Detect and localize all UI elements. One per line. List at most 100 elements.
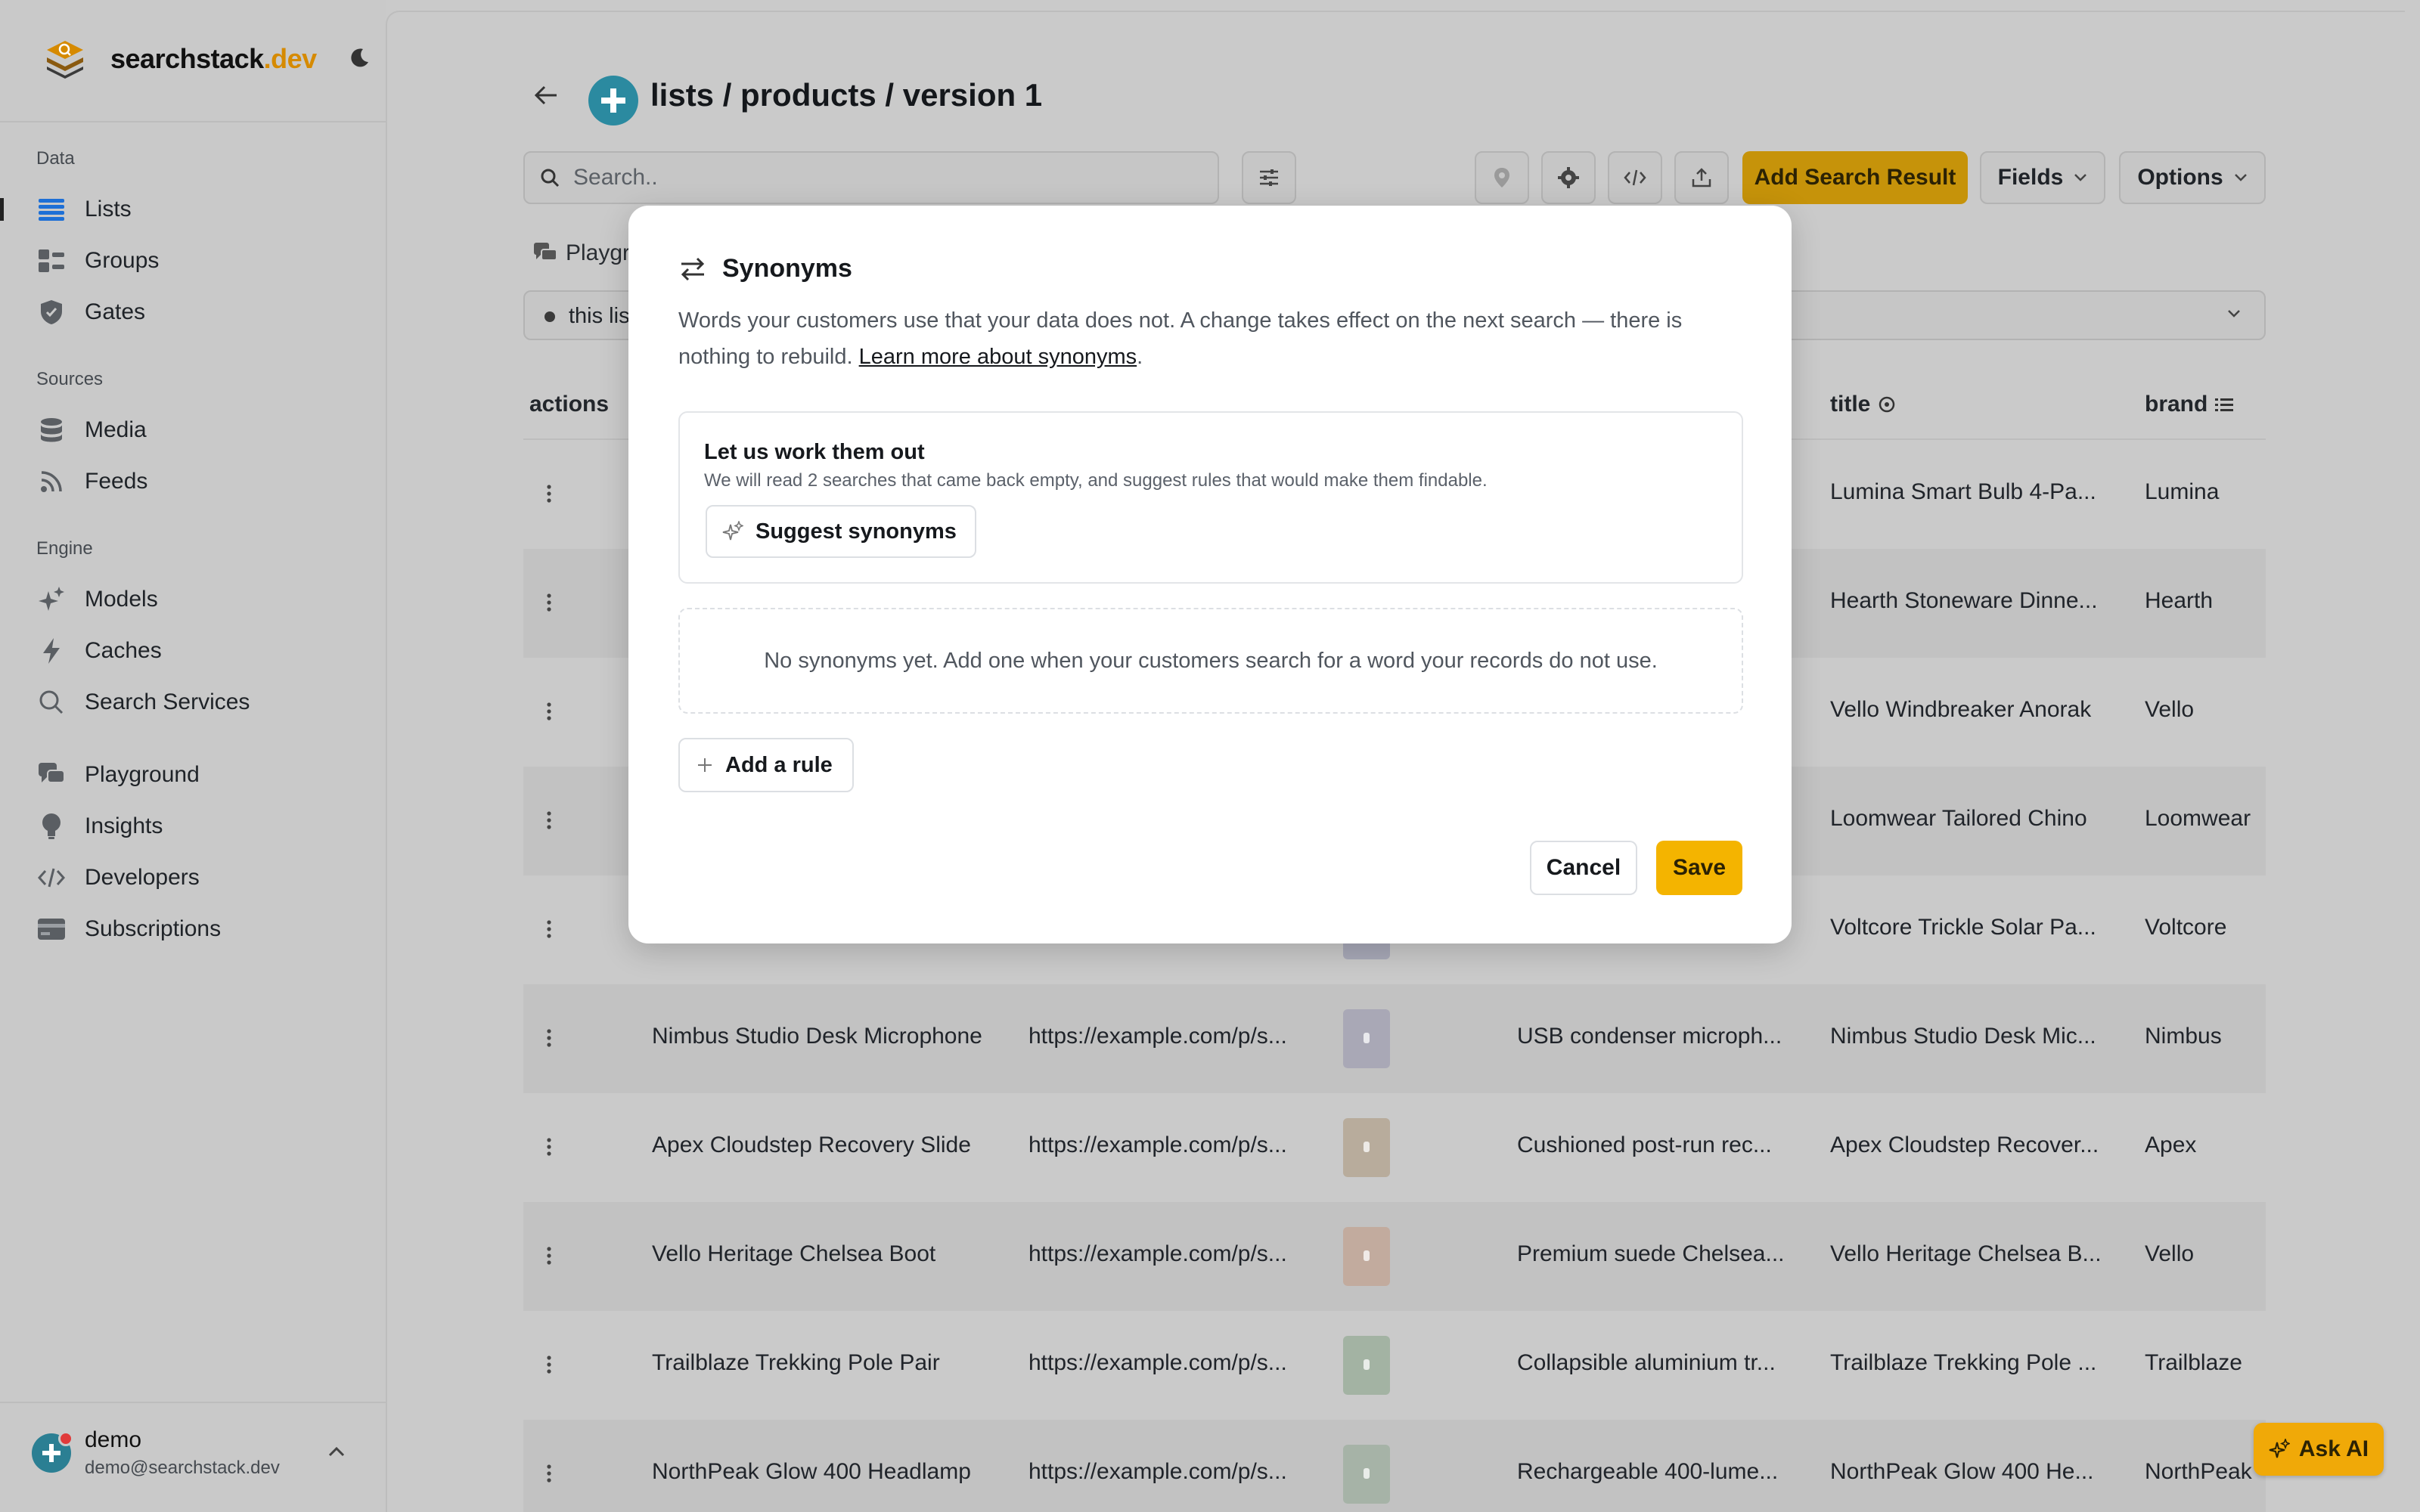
table-row[interactable]: Vello Heritage Chelsea Boot https://examp… — [523, 1202, 2266, 1311]
suggest-synonyms-button[interactable]: Suggest synonyms — [706, 505, 976, 558]
export-button[interactable] — [1674, 151, 1729, 204]
avatar — [32, 1431, 73, 1473]
options-dropdown[interactable]: Options — [2119, 151, 2266, 204]
swap-arrows-icon — [681, 257, 705, 280]
table-row[interactable]: Nimbus Studio Desk Microphone https://exa… — [523, 984, 2266, 1093]
cell-brand: Lumina — [2145, 479, 2220, 504]
column-header-title[interactable]: title — [1830, 392, 1896, 417]
row-actions-icon[interactable] — [546, 1464, 552, 1483]
cell-description: Cushioned post-run rec... — [1517, 1132, 1772, 1157]
table-row[interactable]: Apex Cloudstep Recovery Slide https://exa… — [523, 1093, 2266, 1202]
empty-state: No synonyms yet. Add one when your custo… — [678, 608, 1743, 714]
sidebar-item-lists[interactable]: Lists — [36, 191, 132, 228]
chevron-up-icon[interactable] — [327, 1445, 346, 1458]
sidebar-item-label: Insights — [85, 813, 163, 838]
cell-url[interactable]: https://example.com/p/s... — [1028, 1241, 1287, 1267]
header-label: actions — [529, 392, 610, 417]
column-header-brand[interactable]: brand — [2145, 392, 2234, 417]
cancel-button[interactable]: Cancel — [1530, 841, 1637, 895]
cell-url[interactable]: https://example.com/p/s... — [1028, 1024, 1287, 1049]
chat-icon — [36, 760, 67, 790]
plus-icon — [698, 758, 712, 772]
filter-chip[interactable]: this lis — [544, 304, 630, 329]
sidebar-item-search-services[interactable]: Search Services — [36, 683, 250, 721]
sidebar-item-label: Caches — [85, 638, 162, 663]
row-actions-icon[interactable] — [546, 919, 552, 939]
add-search-result-button[interactable]: Add Search Result — [1742, 151, 1968, 204]
row-actions-icon[interactable] — [546, 1028, 552, 1048]
sidebar-item-models[interactable]: Models — [36, 581, 158, 618]
suggest-card: Let us work them out We will read 2 sear… — [678, 411, 1743, 584]
sidebar-item-label: Feeds — [85, 469, 148, 494]
column-header-actions[interactable]: actions — [529, 392, 609, 417]
sidebar-item-caches[interactable]: Caches — [36, 632, 162, 670]
sidebar-item-gates[interactable]: Gates — [36, 293, 145, 331]
ask-ai-label: Ask AI — [2298, 1436, 2369, 1461]
sidebar-item-media[interactable]: Media — [36, 411, 147, 449]
options-label: Options — [2137, 165, 2223, 190]
database-icon — [36, 415, 67, 445]
search-field-icon — [1879, 396, 1895, 413]
add-rule-button[interactable]: Add a rule — [678, 738, 854, 792]
fields-dropdown[interactable]: Fields — [1980, 151, 2105, 204]
cell-title: NorthPeak Glow 400 He... — [1830, 1459, 2094, 1484]
shield-icon — [36, 297, 67, 327]
suggest-label: Suggest synonyms — [755, 519, 957, 544]
cell-url[interactable]: https://example.com/p/s... — [1028, 1459, 1287, 1485]
sidebar-item-label: Playground — [85, 762, 200, 787]
tab-label: Playgr — [566, 240, 631, 265]
sidebar-item-developers[interactable]: Developers — [36, 859, 200, 897]
cell-url[interactable]: https://example.com/p/s... — [1028, 1350, 1287, 1376]
cell-brand: NorthPeak — [2145, 1459, 2252, 1484]
chevron-down-icon — [2074, 174, 2087, 181]
sidebar-item-subscriptions[interactable]: Subscriptions — [36, 910, 221, 948]
chevron-down-icon[interactable] — [2226, 308, 2242, 319]
row-actions-icon[interactable] — [546, 1355, 552, 1374]
sidebar-item-playground[interactable]: Playground — [36, 756, 200, 794]
bolt-icon — [36, 636, 67, 666]
sidebar-item-insights[interactable]: Insights — [36, 807, 163, 845]
tab-playground[interactable]: Playgr — [534, 240, 630, 266]
sidebar-item-groups[interactable]: Groups — [36, 242, 159, 280]
row-actions-icon[interactable] — [546, 1137, 552, 1157]
save-button[interactable]: Save — [1656, 841, 1742, 895]
bulb-icon — [36, 811, 67, 841]
row-actions-icon[interactable] — [546, 593, 552, 612]
cell-brand: Vello — [2145, 1241, 2195, 1266]
cell-brand: Hearth — [2145, 588, 2214, 613]
row-actions-icon[interactable] — [546, 484, 552, 503]
cell-url[interactable]: https://example.com/p/s... — [1028, 1132, 1287, 1158]
suggest-card-subtitle: We will read 2 searches that came back e… — [704, 470, 1488, 491]
code-icon — [36, 863, 67, 893]
sidebar-item-label: Developers — [85, 865, 200, 890]
learn-more-link[interactable]: Learn more about synonyms — [859, 345, 1137, 369]
row-actions-icon[interactable] — [546, 810, 552, 830]
row-actions-icon[interactable] — [546, 1246, 552, 1266]
fields-label: Fields — [1997, 165, 2064, 190]
settings-button[interactable] — [1541, 151, 1596, 204]
table-row[interactable]: Trailblaze Trekking Pole Pair https://exa… — [523, 1311, 2266, 1420]
user-profile[interactable]: demo demo@searchstack.dev — [32, 1427, 280, 1479]
search-icon — [36, 687, 67, 717]
product-thumbnail — [1343, 1336, 1390, 1395]
ask-ai-button[interactable]: Ask AI — [2254, 1423, 2384, 1476]
card-icon — [36, 914, 67, 944]
sliders-icon — [1260, 169, 1278, 186]
sidebar-item-feeds[interactable]: Feeds — [36, 463, 147, 500]
cell-title: Apex Cloudstep Recover... — [1830, 1132, 2099, 1157]
search-input[interactable] — [573, 165, 1178, 191]
code-button[interactable] — [1608, 151, 1662, 204]
notification-dot — [58, 1431, 73, 1446]
sparkles-icon — [722, 521, 743, 541]
location-button[interactable] — [1475, 151, 1529, 204]
row-actions-icon[interactable] — [546, 702, 552, 721]
bullet-icon — [544, 311, 555, 322]
groups-icon — [36, 246, 67, 276]
table-row[interactable]: NorthPeak Glow 400 Headlamp https://examp… — [523, 1420, 2266, 1512]
filter-settings-button[interactable] — [1242, 151, 1296, 204]
back-arrow-icon[interactable] — [534, 85, 558, 106]
moon-icon[interactable] — [348, 47, 371, 70]
search-box[interactable] — [523, 151, 1219, 204]
brand[interactable]: searchstack.dev — [44, 38, 317, 80]
product-thumbnail — [1343, 1445, 1390, 1504]
